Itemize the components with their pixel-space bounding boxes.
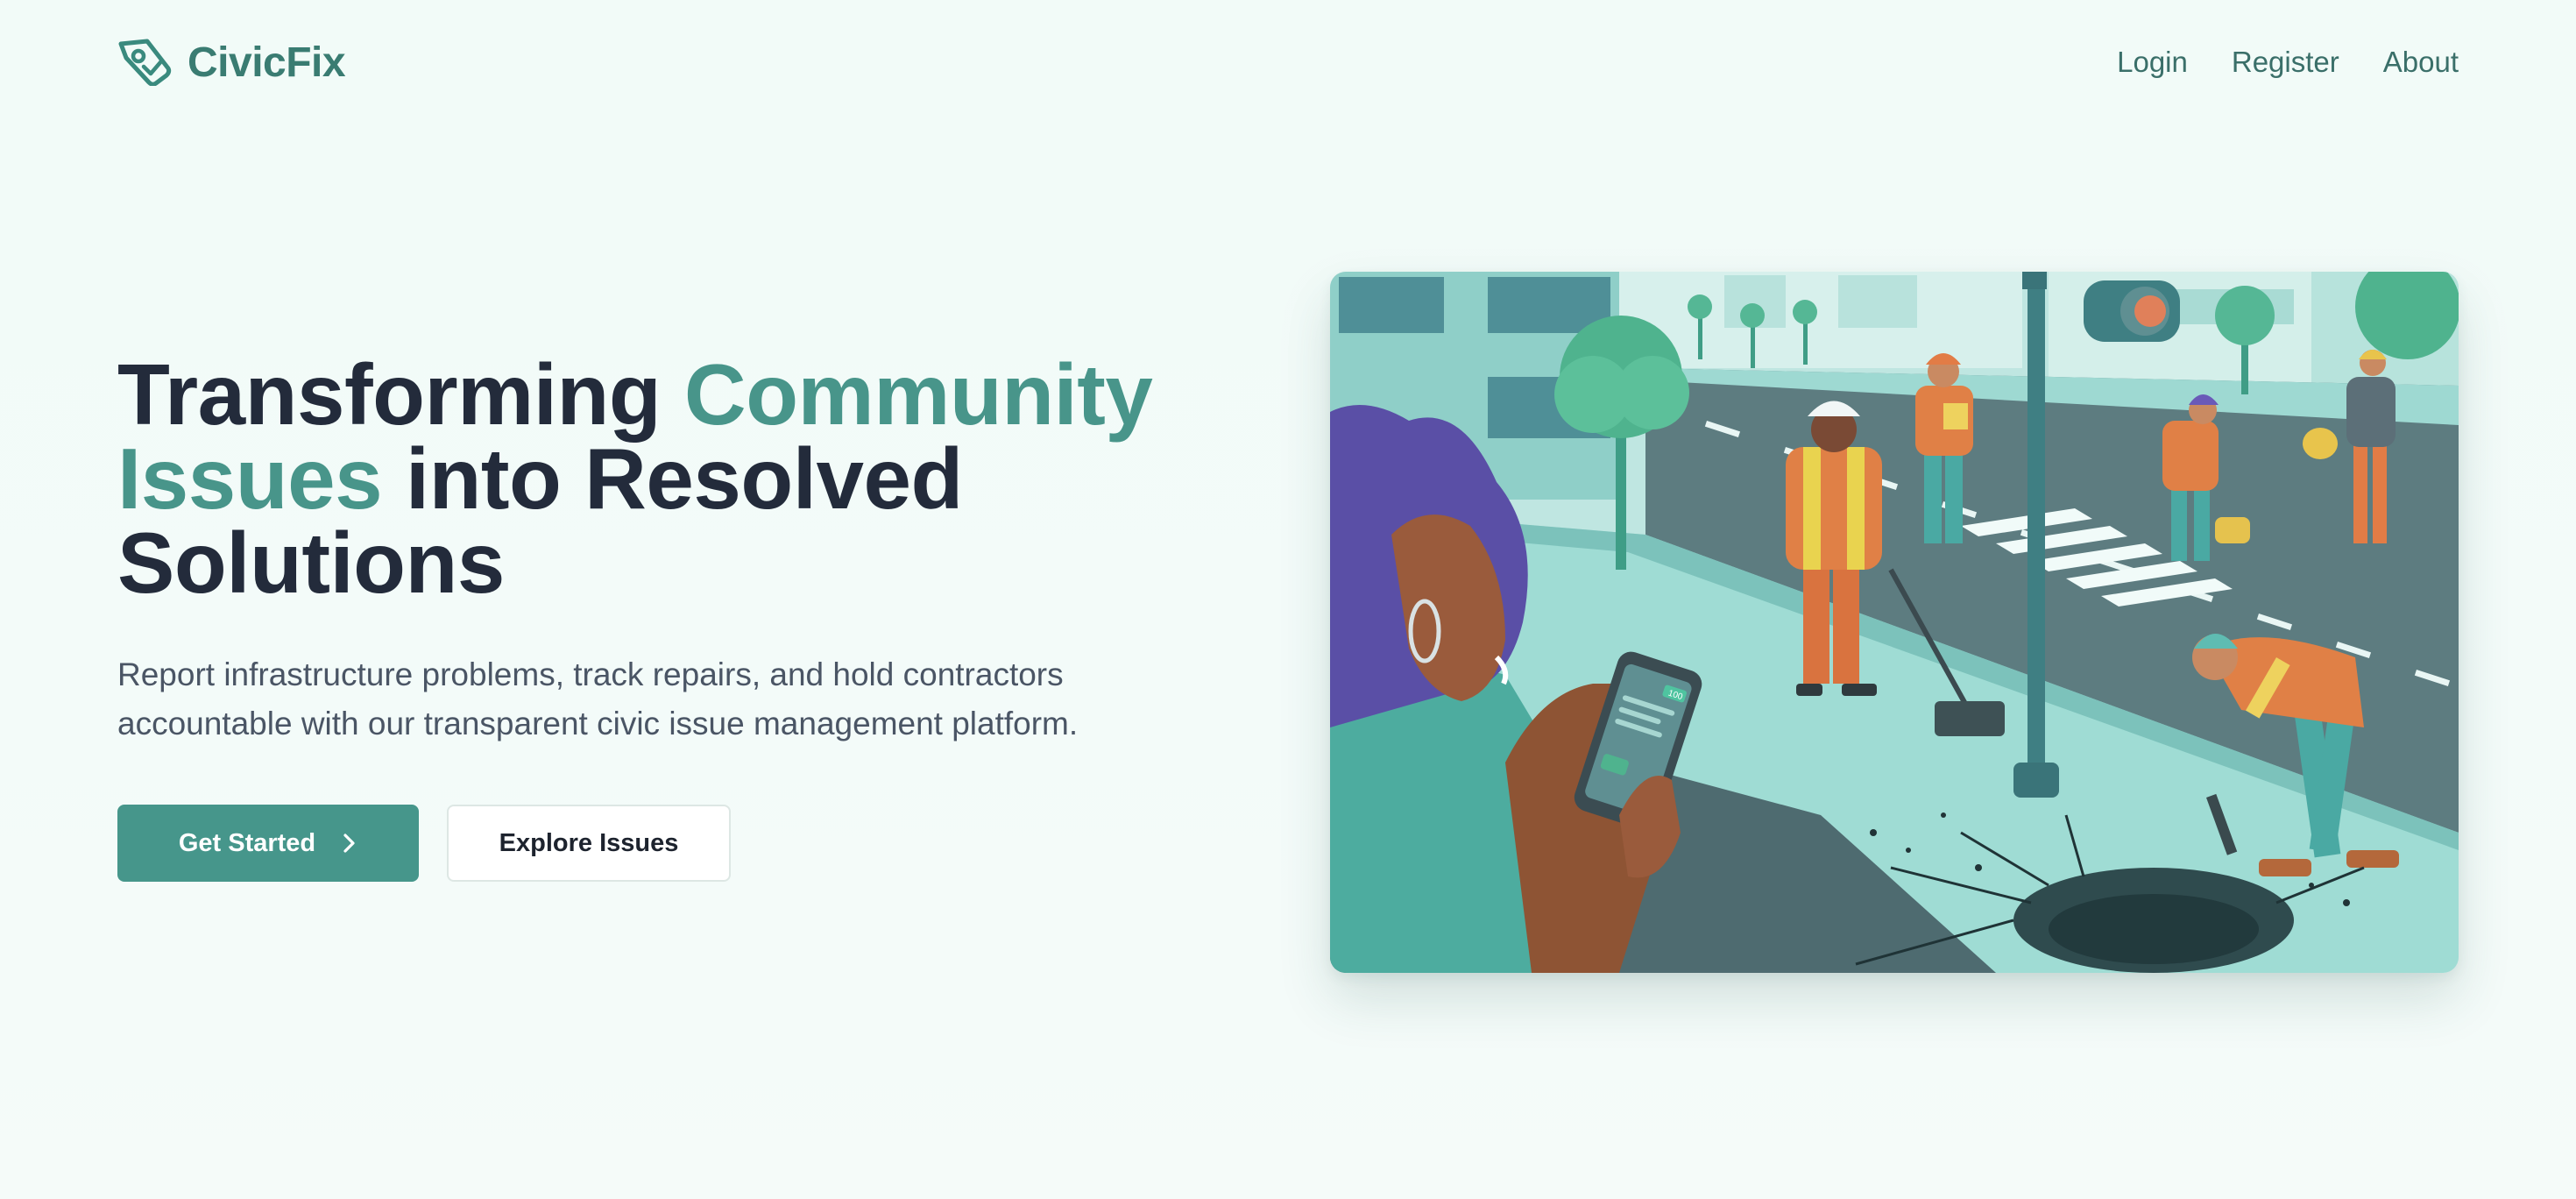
site-header: CivicFix Login Register About (117, 32, 2459, 93)
chevron-right-icon (342, 832, 357, 855)
tag-check-icon (117, 39, 172, 86)
nav-login-link[interactable]: Login (2117, 46, 2188, 79)
hero-section: Transforming Community Issues into Resolv… (117, 351, 1256, 882)
brand-name: CivicFix (188, 39, 346, 86)
get-started-label: Get Started (178, 828, 316, 857)
cta-button-group: Get Started Explore Issues (117, 805, 1256, 882)
hero-title-part2: into Resolved (382, 430, 964, 527)
hero-title: Transforming Community Issues into Resolv… (117, 351, 1256, 606)
hero-subtitle: Report infrastructure problems, track re… (117, 656, 1079, 741)
nav-register-link[interactable]: Register (2232, 46, 2339, 79)
street-repair-illustration: 100 (1330, 272, 2459, 973)
top-nav: Login Register About (2117, 46, 2459, 79)
hero-title-part1: Transforming (117, 346, 684, 443)
nav-about-link[interactable]: About (2383, 46, 2459, 79)
hero-title-accent-community: Community (683, 346, 1153, 443)
hero-illustration: 100 (1330, 272, 2459, 973)
get-started-button[interactable]: Get Started (117, 805, 419, 882)
brand-logo-link[interactable]: CivicFix (117, 39, 346, 87)
explore-issues-button[interactable]: Explore Issues (447, 805, 731, 882)
hero-title-accent-issues: Issues (117, 430, 383, 527)
hero-title-part3: Solutions (117, 514, 505, 611)
landing-page: CivicFix Login Register About Transformi… (0, 0, 2576, 1199)
